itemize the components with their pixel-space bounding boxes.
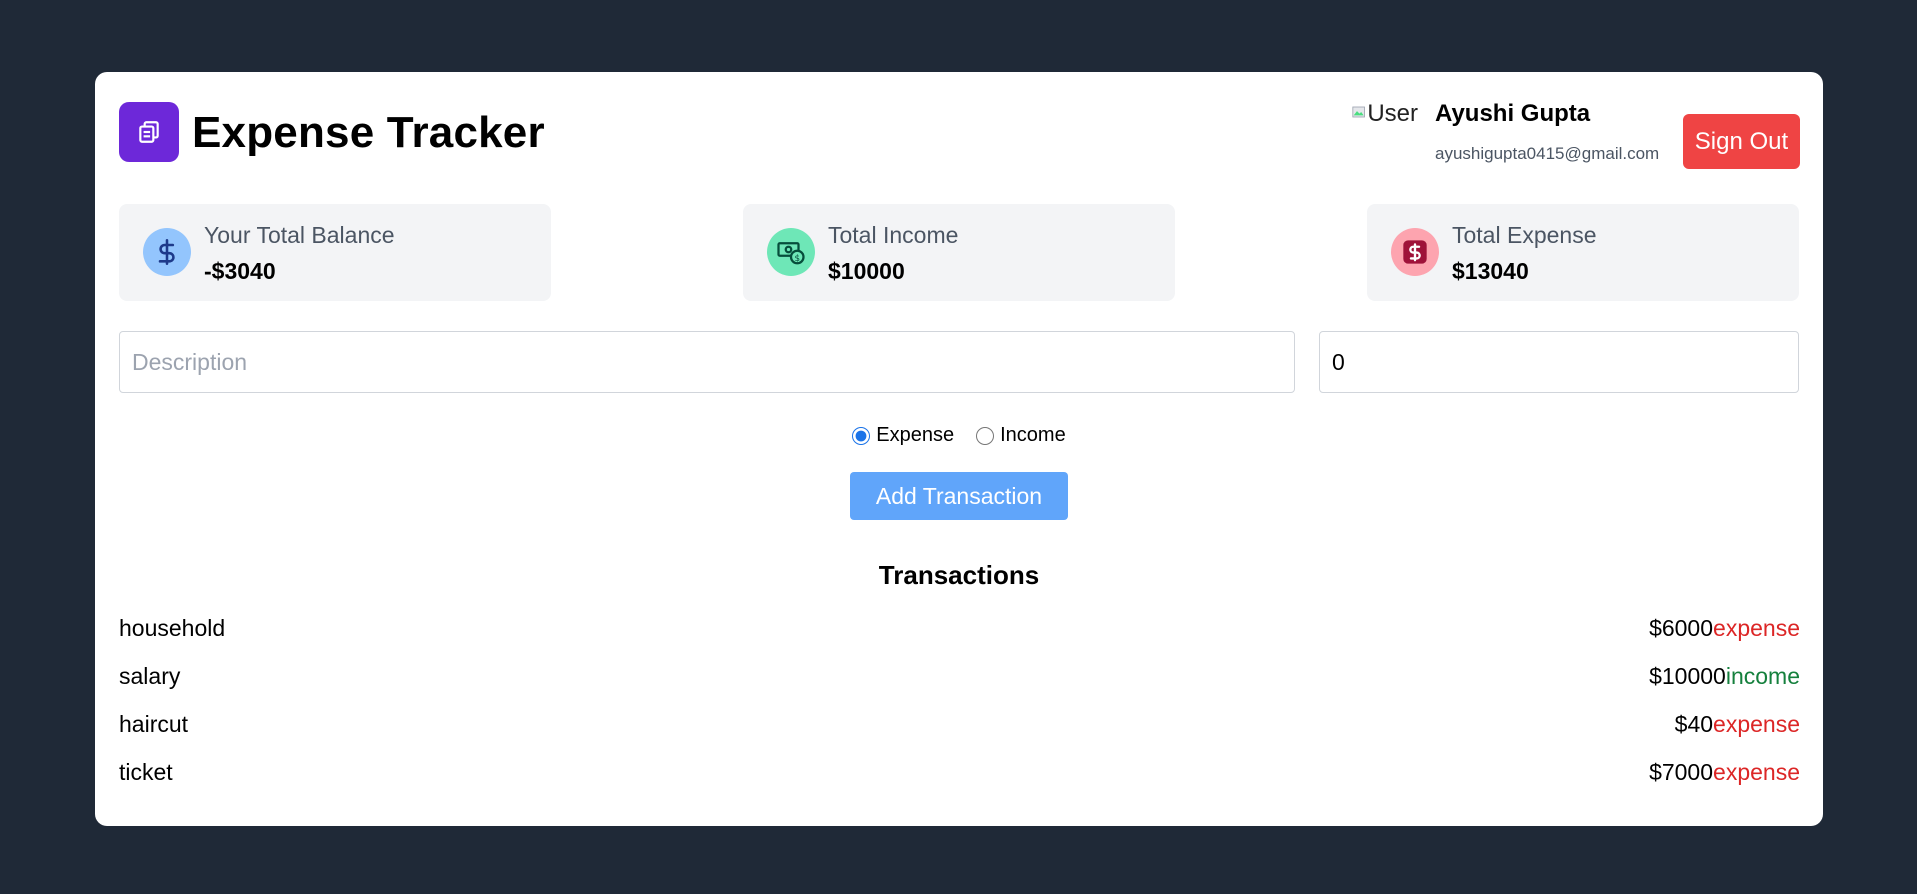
transaction-row: household $6000expense — [119, 604, 1800, 652]
income-value: $10000 — [828, 258, 905, 284]
transactions-list: household $6000expense salary $10000inco… — [119, 604, 1800, 796]
transaction-amount-group: $40expense — [1675, 711, 1800, 738]
transaction-type: income — [1725, 662, 1800, 689]
income-radio[interactable] — [976, 426, 995, 445]
balance-label: Your Total Balance — [204, 222, 395, 248]
dollar-square-icon — [1391, 228, 1439, 276]
transaction-amount-group: $6000expense — [1649, 615, 1800, 642]
user-email: ayushigupta0415@gmail.com — [1435, 144, 1660, 163]
expense-label: Total Expense — [1452, 222, 1597, 248]
avatar: User — [1352, 100, 1418, 134]
transaction-description: haircut — [119, 710, 189, 737]
income-label: Total Income — [828, 222, 959, 248]
expense-tracker-card: Expense Tracker User Ayushi Gupta ayushi… — [95, 72, 1823, 826]
expense-value: $13040 — [1452, 258, 1529, 284]
money-bill-icon: $ — [767, 228, 815, 276]
avatar-alt-text: User — [1367, 100, 1418, 127]
balance-card: Your Total Balance -$3040 — [119, 204, 551, 301]
balance-value: -$3040 — [204, 258, 276, 284]
transaction-row: salary $10000income — [119, 652, 1800, 700]
dollar-icon — [143, 228, 191, 276]
add-transaction-button[interactable]: Add Transaction — [850, 472, 1068, 520]
expense-card: Total Expense $13040 — [1367, 204, 1799, 301]
amount-input[interactable] — [1319, 331, 1799, 393]
transaction-amount-group: $10000income — [1649, 663, 1800, 690]
transactions-heading: Transactions — [878, 560, 1040, 590]
svg-text:$: $ — [794, 254, 800, 264]
transaction-amount: $10000 — [1649, 662, 1726, 689]
type-radio-group: Expense Income — [95, 424, 1823, 447]
transaction-description: ticket — [119, 758, 173, 785]
transaction-type: expense — [1713, 614, 1800, 641]
transaction-amount: $40 — [1674, 710, 1714, 737]
transaction-row: ticket $7000expense — [119, 748, 1800, 796]
income-radio-label: Income — [1000, 424, 1066, 446]
expense-option[interactable]: Expense — [852, 424, 954, 447]
transaction-amount: $7000 — [1649, 758, 1714, 785]
income-card: $ Total Income $10000 — [743, 204, 1175, 301]
broken-image-icon — [1352, 106, 1365, 118]
transaction-amount: $6000 — [1649, 614, 1714, 641]
transaction-row: haircut $40expense — [119, 700, 1800, 748]
transaction-type: expense — [1713, 758, 1800, 785]
sign-out-button[interactable]: Sign Out — [1683, 114, 1800, 169]
wallet-icon — [119, 102, 179, 162]
expense-radio-label: Expense — [876, 424, 955, 446]
income-option[interactable]: Income — [976, 424, 1066, 447]
expense-radio[interactable] — [852, 426, 871, 445]
transaction-type: expense — [1713, 710, 1800, 737]
transaction-description: household — [119, 614, 226, 641]
description-input[interactable] — [119, 331, 1295, 393]
transaction-amount-group: $7000expense — [1649, 759, 1800, 786]
user-name: Ayushi Gupta — [1435, 100, 1591, 127]
transaction-description: salary — [119, 662, 181, 689]
app-title: Expense Tracker — [192, 108, 545, 157]
